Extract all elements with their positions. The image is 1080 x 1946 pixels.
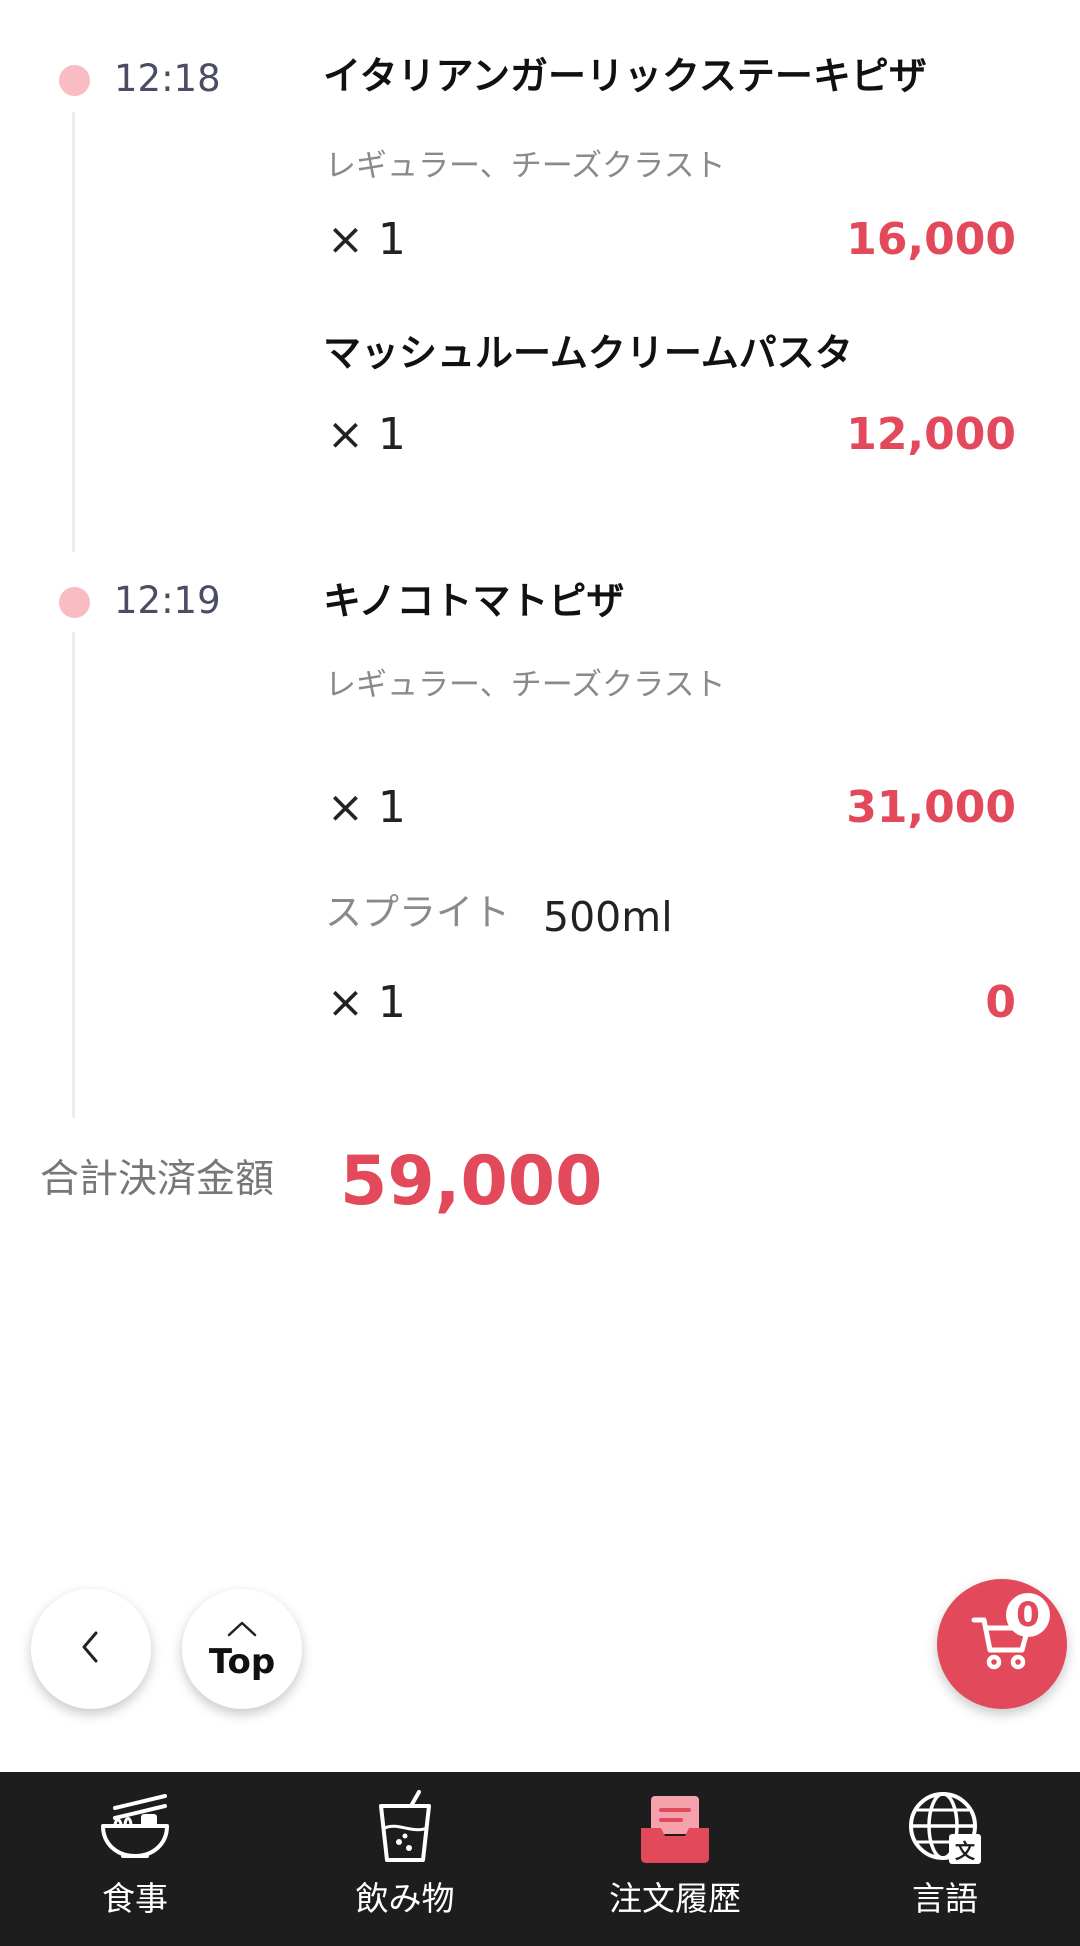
order-time: 12:19	[114, 579, 221, 622]
nav-label-drinks: 飲み物	[355, 1879, 455, 1918]
globe-language-icon: 文	[903, 1786, 987, 1870]
chevron-left-icon	[76, 1627, 106, 1671]
item-options: レギュラー、チーズクラスト	[325, 667, 726, 703]
chevron-up-icon	[225, 1619, 259, 1643]
item-name: マッシュルームクリームパスタ	[323, 331, 853, 375]
nav-item-order-history[interactable]: 注文履歴	[540, 1772, 810, 1946]
item-price: 12,000	[846, 409, 1016, 460]
nav-label-order-history: 注文履歴	[609, 1879, 741, 1918]
drink-name: スプライト	[325, 891, 510, 934]
item-name: イタリアンガーリックステーキピザ	[323, 54, 927, 98]
timeline-line	[72, 112, 75, 552]
top-label: Top	[208, 1642, 276, 1682]
back-button[interactable]	[31, 1589, 151, 1709]
timeline-dot	[59, 65, 90, 96]
scroll-top-button[interactable]: Top	[182, 1589, 302, 1709]
order-history-tray-icon	[633, 1786, 717, 1870]
item-price: 16,000	[846, 214, 1016, 265]
drink-size: 500ml	[543, 893, 673, 941]
item-quantity: × 1	[327, 214, 406, 265]
svg-text:文: 文	[955, 1839, 976, 1863]
nav-label-language: 言語	[912, 1879, 978, 1918]
timeline-dot	[59, 587, 90, 618]
order-time: 12:18	[114, 57, 221, 100]
item-name: キノコトマトピザ	[323, 579, 625, 623]
ramen-bowl-icon	[93, 1786, 177, 1870]
nav-item-food[interactable]: 食事	[0, 1772, 270, 1946]
item-price: 0	[985, 977, 1016, 1028]
cart-button[interactable]	[937, 1579, 1067, 1709]
bottom-nav: 食事 飲み物 注文履歴 文 言語	[0, 1772, 1080, 1946]
total-value: 59,000	[340, 1142, 603, 1221]
cart-count-badge: 0	[1006, 1593, 1050, 1637]
item-quantity: × 1	[327, 782, 406, 833]
timeline-line	[72, 632, 75, 1118]
total-label: 合計決済金額	[40, 1157, 275, 1202]
item-quantity: × 1	[327, 977, 406, 1028]
nav-item-language[interactable]: 文 言語	[810, 1772, 1080, 1946]
drink-cup-icon	[363, 1786, 447, 1870]
order-history-panel: 12:18 イタリアンガーリックステーキピザ レギュラー、チーズクラスト × 1…	[0, 0, 1080, 1400]
item-quantity: × 1	[327, 409, 406, 460]
item-price: 31,000	[846, 782, 1016, 833]
nav-label-food: 食事	[102, 1879, 168, 1918]
nav-item-drinks[interactable]: 飲み物	[270, 1772, 540, 1946]
item-options: レギュラー、チーズクラスト	[325, 148, 726, 184]
